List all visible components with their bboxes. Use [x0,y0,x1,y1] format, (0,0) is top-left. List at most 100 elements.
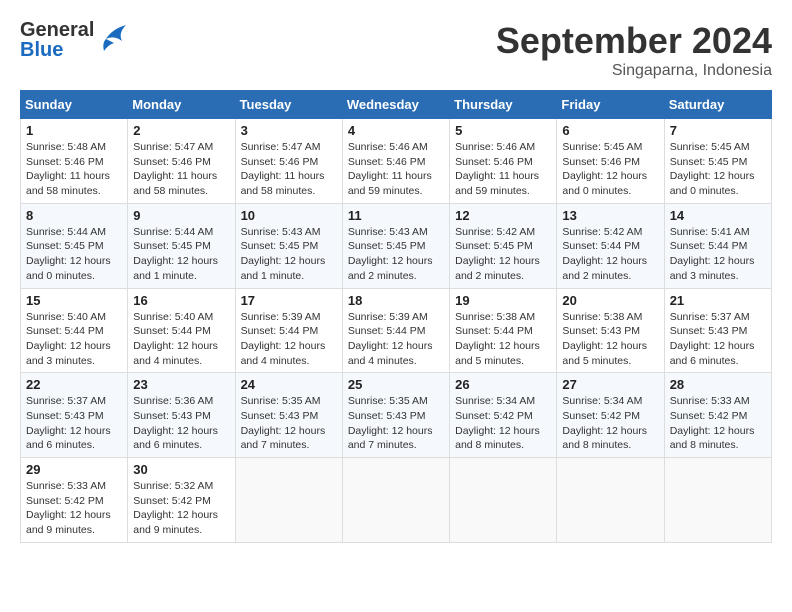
calendar-day-cell [235,458,342,543]
calendar-week-row: 22 Sunrise: 5:37 AM Sunset: 5:43 PM Dayli… [21,373,772,458]
day-number: 8 [26,208,122,223]
calendar-day-cell: 5Sunrise: 5:46 AM Sunset: 5:46 PM Daylig… [450,119,557,204]
day-number: 9 [133,208,229,223]
calendar-day-cell [557,458,664,543]
day-number: 19 [455,293,551,308]
calendar-week-row: 29 Sunrise: 5:33 AM Sunset: 5:42 PM Dayli… [21,458,772,543]
calendar-day-cell: 25 Sunrise: 5:35 AM Sunset: 5:43 PM Dayli… [342,373,449,458]
day-info: Sunrise: 5:41 AM Sunset: 5:44 PM Dayligh… [670,225,766,284]
day-number: 22 [26,377,122,392]
day-info: Sunrise: 5:38 AM Sunset: 5:43 PM Dayligh… [562,310,658,369]
calendar-day-cell: 16Sunrise: 5:40 AM Sunset: 5:44 PM Dayli… [128,288,235,373]
day-info: Sunrise: 5:37 AM Sunset: 5:43 PM Dayligh… [670,310,766,369]
day-number: 26 [455,377,551,392]
calendar-day-cell: 4 Sunrise: 5:46 AM Sunset: 5:46 PM Daylig… [342,119,449,204]
day-number: 4 [348,123,444,138]
location: Singaparna, Indonesia [496,62,772,80]
calendar-day-cell: 8 Sunrise: 5:44 AM Sunset: 5:45 PM Daylig… [21,203,128,288]
day-info: Sunrise: 5:40 AM Sunset: 5:44 PM Dayligh… [133,310,229,369]
calendar-day-cell: 18 Sunrise: 5:39 AM Sunset: 5:44 PM Dayli… [342,288,449,373]
day-info: Sunrise: 5:39 AM Sunset: 5:44 PM Dayligh… [348,310,444,369]
calendar-day-cell: 14 Sunrise: 5:41 AM Sunset: 5:44 PM Dayli… [664,203,771,288]
day-info: Sunrise: 5:44 AM Sunset: 5:45 PM Dayligh… [133,225,229,284]
day-number: 13 [562,208,658,223]
calendar-week-row: 1 Sunrise: 5:48 AM Sunset: 5:46 PM Daylig… [21,119,772,204]
calendar-day-cell: 30 Sunrise: 5:32 AM Sunset: 5:42 PM Dayli… [128,458,235,543]
day-of-week-header: Friday [557,91,664,119]
day-info: Sunrise: 5:42 AM Sunset: 5:44 PM Dayligh… [562,225,658,284]
day-number: 11 [348,208,444,223]
calendar-day-cell: 28 Sunrise: 5:33 AM Sunset: 5:42 PM Dayli… [664,373,771,458]
day-number: 25 [348,377,444,392]
day-number: 27 [562,377,658,392]
day-info: Sunrise: 5:48 AM Sunset: 5:46 PM Dayligh… [26,140,122,199]
title-block: September 2024 Singaparna, Indonesia [496,20,772,80]
day-number: 18 [348,293,444,308]
logo-bird-icon [98,21,130,57]
calendar-week-row: 15Sunrise: 5:40 AM Sunset: 5:44 PM Dayli… [21,288,772,373]
day-info: Sunrise: 5:32 AM Sunset: 5:42 PM Dayligh… [133,479,229,538]
calendar-day-cell: 20 Sunrise: 5:38 AM Sunset: 5:43 PM Dayli… [557,288,664,373]
day-info: Sunrise: 5:46 AM Sunset: 5:46 PM Dayligh… [348,140,444,199]
day-number: 28 [670,377,766,392]
day-number: 29 [26,462,122,477]
month-title: September 2024 [496,20,772,62]
day-info: Sunrise: 5:42 AM Sunset: 5:45 PM Dayligh… [455,225,551,284]
day-of-week-header: Saturday [664,91,771,119]
calendar-day-cell: 15Sunrise: 5:40 AM Sunset: 5:44 PM Dayli… [21,288,128,373]
calendar-day-cell: 10 Sunrise: 5:43 AM Sunset: 5:45 PM Dayli… [235,203,342,288]
day-number: 24 [241,377,337,392]
day-info: Sunrise: 5:33 AM Sunset: 5:42 PM Dayligh… [670,394,766,453]
calendar-day-cell: 11 Sunrise: 5:43 AM Sunset: 5:45 PM Dayli… [342,203,449,288]
calendar-day-cell: 3Sunrise: 5:47 AM Sunset: 5:46 PM Daylig… [235,119,342,204]
day-info: Sunrise: 5:43 AM Sunset: 5:45 PM Dayligh… [348,225,444,284]
day-number: 7 [670,123,766,138]
day-info: Sunrise: 5:43 AM Sunset: 5:45 PM Dayligh… [241,225,337,284]
calendar-header: SundayMondayTuesdayWednesdayThursdayFrid… [21,91,772,119]
day-info: Sunrise: 5:38 AM Sunset: 5:44 PM Dayligh… [455,310,551,369]
logo-blue: Blue [20,40,94,60]
calendar-day-cell [450,458,557,543]
logo-general: General [20,20,94,40]
calendar-day-cell: 17 Sunrise: 5:39 AM Sunset: 5:44 PM Dayli… [235,288,342,373]
day-number: 1 [26,123,122,138]
calendar-day-cell: 2 Sunrise: 5:47 AM Sunset: 5:46 PM Daylig… [128,119,235,204]
day-info: Sunrise: 5:47 AM Sunset: 5:46 PM Dayligh… [133,140,229,199]
calendar-day-cell: 9 Sunrise: 5:44 AM Sunset: 5:45 PM Daylig… [128,203,235,288]
day-number: 3 [241,123,337,138]
day-number: 12 [455,208,551,223]
calendar-day-cell: 1 Sunrise: 5:48 AM Sunset: 5:46 PM Daylig… [21,119,128,204]
day-number: 10 [241,208,337,223]
calendar-day-cell: 27Sunrise: 5:34 AM Sunset: 5:42 PM Dayli… [557,373,664,458]
calendar-day-cell: 13 Sunrise: 5:42 AM Sunset: 5:44 PM Dayli… [557,203,664,288]
day-info: Sunrise: 5:39 AM Sunset: 5:44 PM Dayligh… [241,310,337,369]
day-info: Sunrise: 5:44 AM Sunset: 5:45 PM Dayligh… [26,225,122,284]
page-header: General Blue September 2024 Singaparna, … [20,20,772,80]
day-info: Sunrise: 5:33 AM Sunset: 5:42 PM Dayligh… [26,479,122,538]
day-number: 14 [670,208,766,223]
day-number: 30 [133,462,229,477]
day-number: 17 [241,293,337,308]
calendar-day-cell: 7 Sunrise: 5:45 AM Sunset: 5:45 PM Daylig… [664,119,771,204]
day-number: 20 [562,293,658,308]
day-info: Sunrise: 5:34 AM Sunset: 5:42 PM Dayligh… [455,394,551,453]
day-number: 21 [670,293,766,308]
logo: General Blue [20,20,130,60]
day-info: Sunrise: 5:36 AM Sunset: 5:43 PM Dayligh… [133,394,229,453]
calendar-week-row: 8 Sunrise: 5:44 AM Sunset: 5:45 PM Daylig… [21,203,772,288]
calendar-day-cell: 29 Sunrise: 5:33 AM Sunset: 5:42 PM Dayli… [21,458,128,543]
calendar-day-cell: 23Sunrise: 5:36 AM Sunset: 5:43 PM Dayli… [128,373,235,458]
day-of-week-header: Wednesday [342,91,449,119]
day-of-week-header: Sunday [21,91,128,119]
day-info: Sunrise: 5:46 AM Sunset: 5:46 PM Dayligh… [455,140,551,199]
day-info: Sunrise: 5:35 AM Sunset: 5:43 PM Dayligh… [241,394,337,453]
calendar-day-cell: 12 Sunrise: 5:42 AM Sunset: 5:45 PM Dayli… [450,203,557,288]
day-number: 2 [133,123,229,138]
day-info: Sunrise: 5:45 AM Sunset: 5:46 PM Dayligh… [562,140,658,199]
day-info: Sunrise: 5:45 AM Sunset: 5:45 PM Dayligh… [670,140,766,199]
day-info: Sunrise: 5:35 AM Sunset: 5:43 PM Dayligh… [348,394,444,453]
calendar-day-cell: 19 Sunrise: 5:38 AM Sunset: 5:44 PM Dayli… [450,288,557,373]
day-of-week-header: Tuesday [235,91,342,119]
day-info: Sunrise: 5:37 AM Sunset: 5:43 PM Dayligh… [26,394,122,453]
calendar-day-cell [342,458,449,543]
